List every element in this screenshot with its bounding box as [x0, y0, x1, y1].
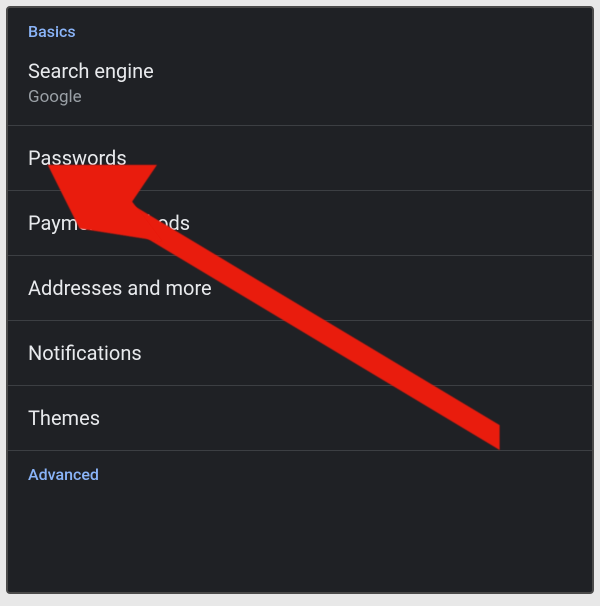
section-header-basics: Basics: [8, 8, 592, 49]
settings-item-payment-methods[interactable]: Payment methods: [8, 191, 592, 256]
settings-item-themes[interactable]: Themes: [8, 386, 592, 451]
item-title: Addresses and more: [28, 274, 572, 302]
item-subtitle: Google: [28, 87, 572, 107]
section-header-advanced: Advanced: [8, 451, 592, 492]
item-title: Payment methods: [28, 209, 572, 237]
item-title: Search engine: [28, 57, 572, 85]
settings-item-search-engine[interactable]: Search engine Google: [8, 49, 592, 126]
settings-item-addresses[interactable]: Addresses and more: [8, 256, 592, 321]
item-title: Notifications: [28, 339, 572, 367]
settings-item-passwords[interactable]: Passwords: [8, 126, 592, 191]
settings-item-notifications[interactable]: Notifications: [8, 321, 592, 386]
item-title: Themes: [28, 404, 572, 432]
item-title: Passwords: [28, 144, 572, 172]
settings-screen: Basics Search engine Google Passwords Pa…: [6, 6, 594, 594]
